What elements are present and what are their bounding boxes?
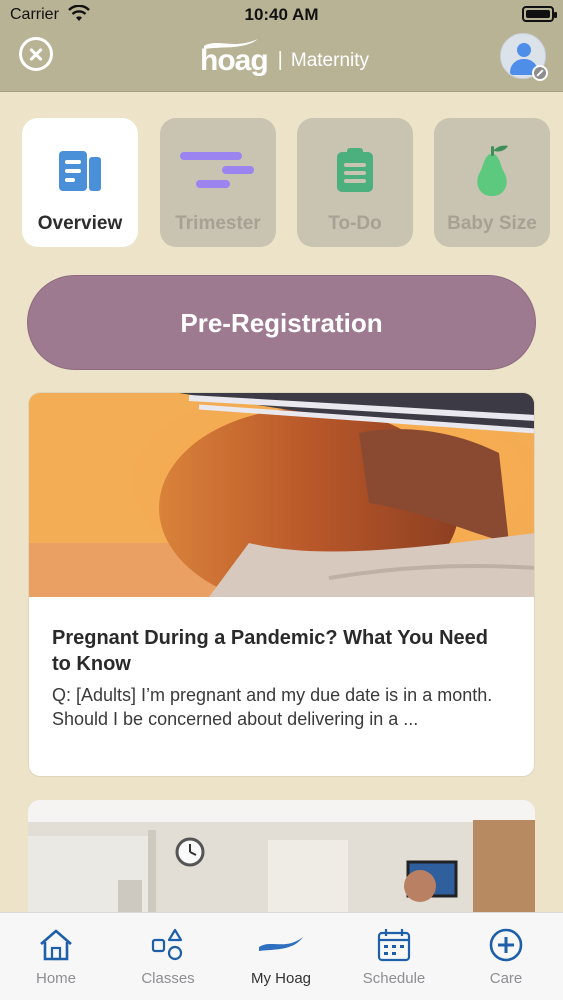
tab-schedule[interactable]: Schedule <box>338 913 450 1000</box>
overview-icon <box>59 151 101 191</box>
tab-my-hoag[interactable]: My Hoag <box>225 913 337 1000</box>
plus-circle-icon <box>489 928 523 962</box>
tab-label: Care <box>489 970 523 987</box>
category-tiles: Overview Trimester To-Do Baby Size <box>22 118 552 248</box>
hoag-wave-icon <box>259 937 303 951</box>
tab-label: Home <box>35 970 76 987</box>
tab-home[interactable]: Home <box>0 913 112 1000</box>
brand-separator: | <box>277 49 283 71</box>
article-image-2 <box>28 800 535 930</box>
hospital-room-illustration <box>28 800 535 930</box>
section-title: Maternity <box>290 50 370 71</box>
article-excerpt: Q: [Adults] I’m pregnant and my due date… <box>52 685 493 729</box>
close-button[interactable] <box>19 37 53 71</box>
tile-label: To-Do <box>328 213 382 234</box>
tab-bar: Home Classes My Hoag Schedule Care <box>0 912 563 1000</box>
tile-baby-size[interactable]: Baby Size <box>434 118 550 247</box>
tab-label: Schedule <box>362 970 426 987</box>
article-body: Pregnant During a Pandemic? What You Nee… <box>52 625 512 731</box>
article-card[interactable]: Pregnant During a Pandemic? What You Nee… <box>28 392 535 777</box>
tab-label: Classes <box>141 970 195 987</box>
tile-label: Trimester <box>175 213 261 234</box>
tile-overview[interactable]: Overview <box>22 118 138 247</box>
header-bar: Carrier 10:40 AM hoag | Maternity <box>0 0 563 92</box>
trimester-icon <box>180 152 254 188</box>
tile-label: Baby Size <box>447 213 537 234</box>
tab-label: My Hoag <box>250 970 312 987</box>
edit-profile-icon[interactable] <box>532 65 548 81</box>
clipboard-icon <box>337 148 373 192</box>
shapes-icon <box>151 928 183 961</box>
hoag-wave-logo-icon <box>204 39 258 49</box>
battery-icon <box>522 6 557 22</box>
avatar-head <box>517 43 531 57</box>
calendar-icon <box>377 929 411 962</box>
clock: 10:40 AM <box>244 5 319 24</box>
pre-registration-button[interactable]: Pre-Registration <box>27 275 536 370</box>
article-image <box>29 393 534 597</box>
pregnant-belly-illustration <box>29 393 534 597</box>
pear-icon <box>477 145 508 196</box>
home-icon <box>40 929 72 961</box>
tile-label: Overview <box>37 213 123 234</box>
tile-todo[interactable]: To-Do <box>297 118 413 247</box>
tab-classes[interactable]: Classes <box>112 913 224 1000</box>
tile-trimester[interactable]: Trimester <box>160 118 276 247</box>
brand-logo: hoag | Maternity <box>200 36 369 80</box>
status-bar: Carrier 10:40 AM <box>0 0 563 30</box>
tab-care[interactable]: Care <box>450 913 562 1000</box>
article-headline[interactable]: Pregnant During a Pandemic? What You Nee… <box>52 625 512 677</box>
article-card-2[interactable] <box>28 800 535 930</box>
